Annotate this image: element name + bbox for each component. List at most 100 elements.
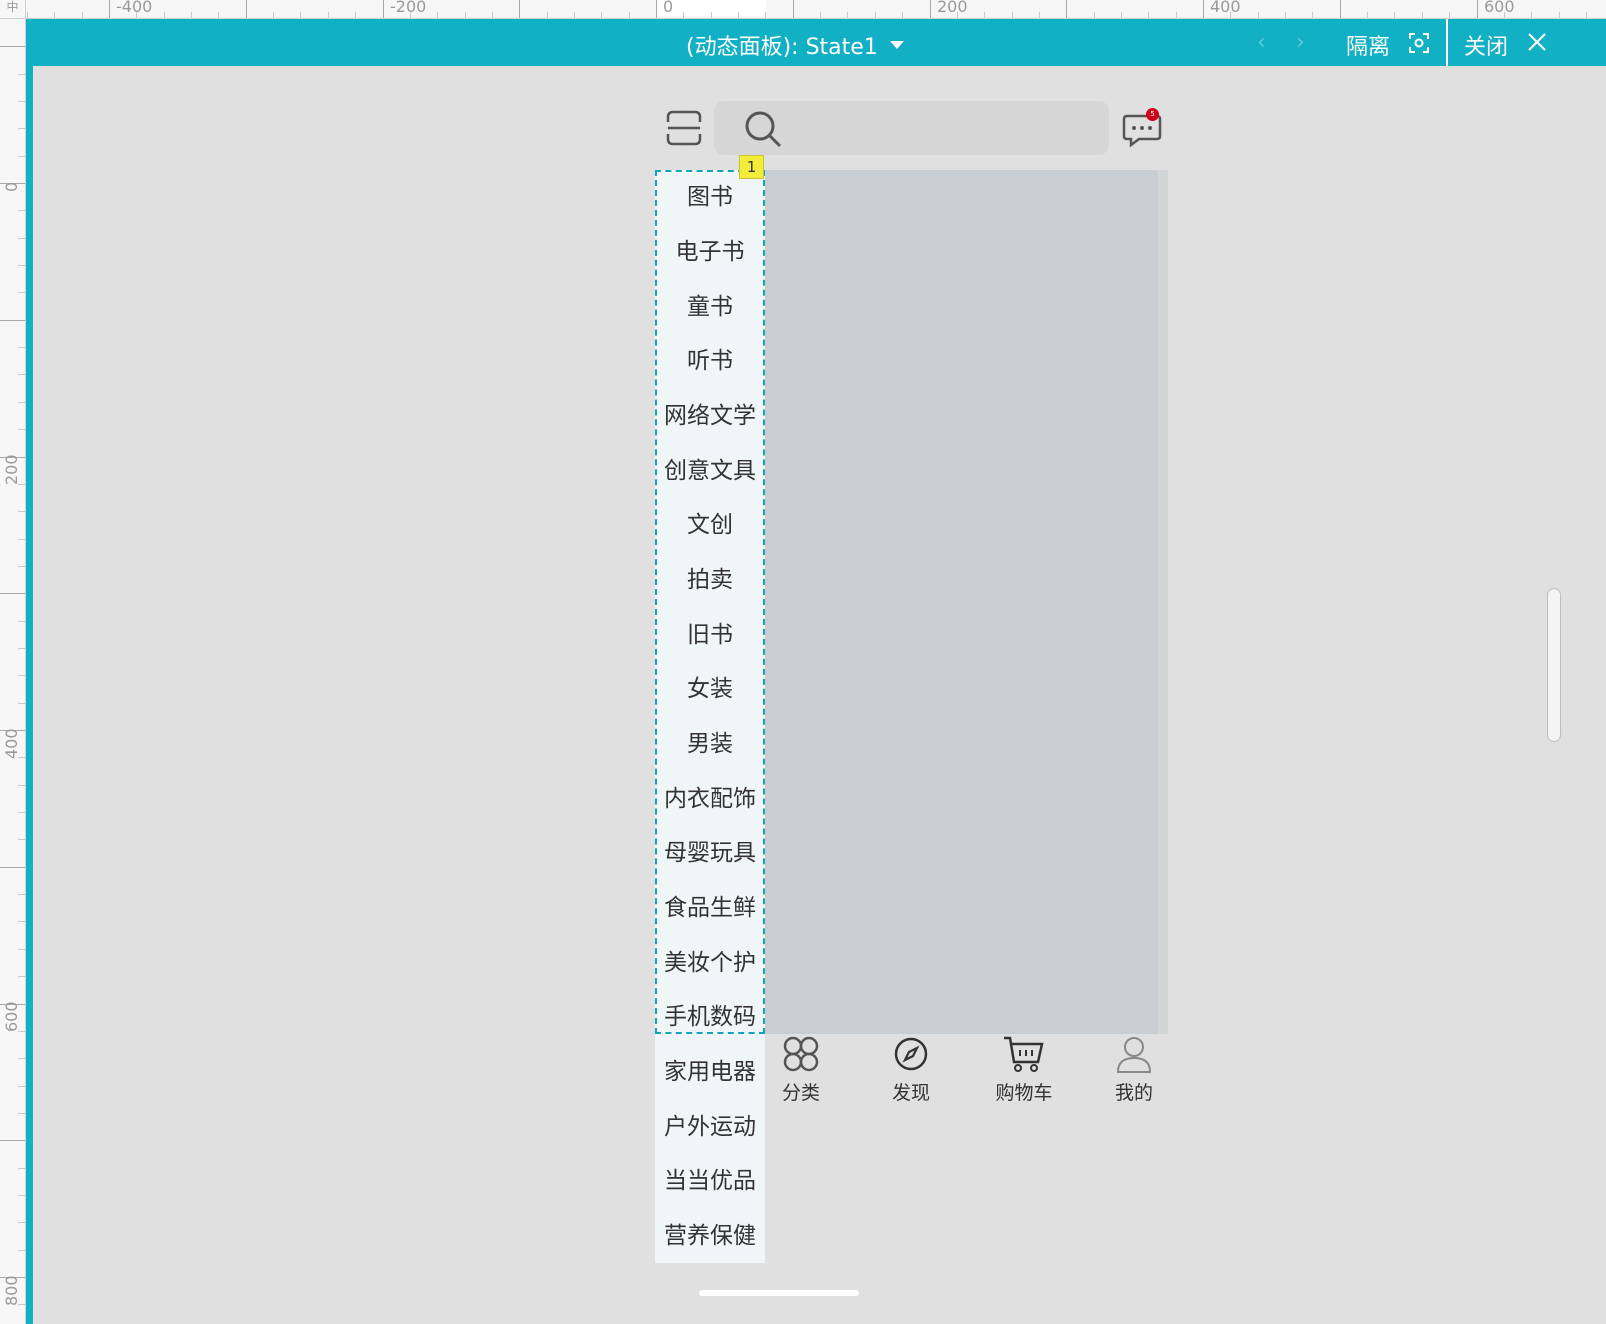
ruler-tick [573, 12, 575, 18]
ruler-tick [18, 292, 25, 294]
top-ruler[interactable]: -400 -200 0 200 400 600 [0, 0, 1606, 19]
ruler-tick [382, 0, 384, 18]
ruler-tick [601, 12, 603, 18]
ruler-corner: 中 [0, 0, 26, 19]
ruler-tick [628, 12, 630, 18]
category-item[interactable]: 食品生鲜 [655, 881, 765, 936]
content-panel[interactable] [765, 170, 1168, 1034]
prev-state-icon[interactable]: ‹ [1257, 30, 1266, 55]
ruler-tick [1339, 0, 1341, 18]
ruler-tick [1175, 12, 1177, 18]
category-item[interactable]: 美妆个护 [655, 936, 765, 991]
ruler-tick [656, 0, 657, 18]
category-item[interactable]: 听书 [655, 334, 765, 389]
state-dropdown[interactable]: (动态面板): State1 [686, 29, 904, 61]
ruler-tick [18, 347, 25, 349]
clover-icon [783, 1036, 819, 1072]
ruler-tick [18, 647, 25, 649]
ruler-tick [18, 1194, 25, 1196]
compass-icon [894, 1037, 928, 1071]
focus-frame-icon[interactable] [1409, 33, 1429, 53]
tab-mine[interactable]: 我的 [1084, 1034, 1184, 1114]
tab-label: 我的 [1114, 1082, 1153, 1104]
ruler-label: 600 [1484, 0, 1515, 16]
category-item[interactable]: 电子书 [655, 225, 765, 280]
ruler-tick [163, 12, 165, 18]
ruler-tick [26, 12, 28, 18]
content-panel-edge [1158, 170, 1168, 1034]
category-item[interactable]: 手机数码 [655, 990, 765, 1045]
ruler-tick [1394, 12, 1396, 18]
category-item[interactable]: 母婴玩具 [655, 826, 765, 881]
ruler-tick [1285, 12, 1287, 18]
isolate-button[interactable]: 隔离 [1346, 29, 1390, 61]
ruler-tick [18, 976, 25, 978]
ruler-tick [18, 511, 25, 513]
ruler-tick [54, 12, 56, 18]
dynamic-panel-editor: (动态面板): State1 ‹ › 隔离 关闭 5 图书 电子书 童书 听书 … [26, 19, 1606, 1324]
category-item[interactable]: 男装 [655, 717, 765, 772]
ruler-tick [738, 12, 740, 18]
ruler-tick [519, 0, 521, 18]
ruler-tick [984, 12, 986, 18]
category-item[interactable]: 家用电器 [655, 1045, 765, 1100]
ruler-label: -400 [116, 0, 153, 16]
ruler-tick [0, 1140, 25, 1142]
left-ruler[interactable]: 0 200 400 600 800 [0, 19, 26, 1324]
category-item[interactable]: 拍卖 [655, 553, 765, 608]
ruler-tick [18, 1222, 25, 1224]
ruler-tick [1476, 0, 1478, 18]
ruler-tick [1148, 12, 1150, 18]
vertical-scrollbar[interactable] [1547, 588, 1561, 742]
tab-label: 发现 [891, 1082, 930, 1104]
category-item[interactable]: 创意文具 [655, 444, 765, 499]
ruler-tick [18, 374, 25, 376]
ruler-tick [109, 0, 110, 18]
ruler-tick [464, 12, 466, 18]
ruler-tick [1449, 12, 1451, 18]
category-item[interactable]: 文创 [655, 498, 765, 553]
ruler-tick [18, 155, 25, 157]
ruler-tick [355, 12, 357, 18]
ruler-tick [18, 128, 25, 130]
category-item[interactable]: 营养保健 [655, 1209, 765, 1264]
tab-discover[interactable]: 发现 [861, 1034, 961, 1114]
close-button[interactable]: 关闭 [1464, 29, 1508, 61]
scan-icon[interactable] [665, 109, 703, 147]
ruler-tick [218, 12, 220, 18]
ruler-tick [18, 675, 25, 677]
category-item[interactable]: 旧书 [655, 608, 765, 663]
tab-cart[interactable]: 购物车 [974, 1034, 1074, 1114]
ruler-tick [18, 73, 25, 75]
ruler-tick [710, 12, 712, 18]
category-item[interactable]: 户外运动 [655, 1100, 765, 1155]
ruler-tick [820, 12, 822, 18]
ruler-tick [546, 12, 548, 18]
ruler-tick [929, 0, 931, 18]
ruler-tick [18, 702, 25, 704]
tab-category[interactable]: 分类 [751, 1034, 851, 1114]
ruler-label: 0 [2, 181, 21, 192]
ruler-tick [191, 12, 193, 18]
caret-down-icon [889, 41, 904, 49]
category-item[interactable]: 网络文学 [655, 389, 765, 444]
ruler-tick [18, 1249, 25, 1251]
ruler-tick [1203, 0, 1204, 18]
ruler-label: 200 [937, 0, 968, 16]
ruler-tick [18, 839, 25, 841]
user-icon [1116, 1037, 1152, 1073]
category-item[interactable]: 当当优品 [655, 1154, 765, 1209]
ruler-tick [1531, 12, 1533, 18]
category-item[interactable]: 女装 [655, 662, 765, 717]
editor-canvas[interactable]: 5 图书 电子书 童书 听书 网络文学 创意文具 文创 拍卖 旧书 女装 男装 … [33, 66, 1559, 1324]
close-icon[interactable] [1526, 31, 1548, 53]
cart-icon [1004, 1036, 1044, 1072]
category-item[interactable]: 内衣配饰 [655, 772, 765, 827]
ruler-tick [0, 866, 25, 868]
ruler-tick [683, 12, 685, 18]
category-item[interactable]: 童书 [655, 280, 765, 335]
ruler-tick [18, 100, 25, 102]
message-badge: 5 [1146, 108, 1159, 121]
title-bar: (动态面板): State1 ‹ › 隔离 关闭 [26, 19, 1606, 66]
next-state-icon[interactable]: › [1296, 30, 1305, 55]
